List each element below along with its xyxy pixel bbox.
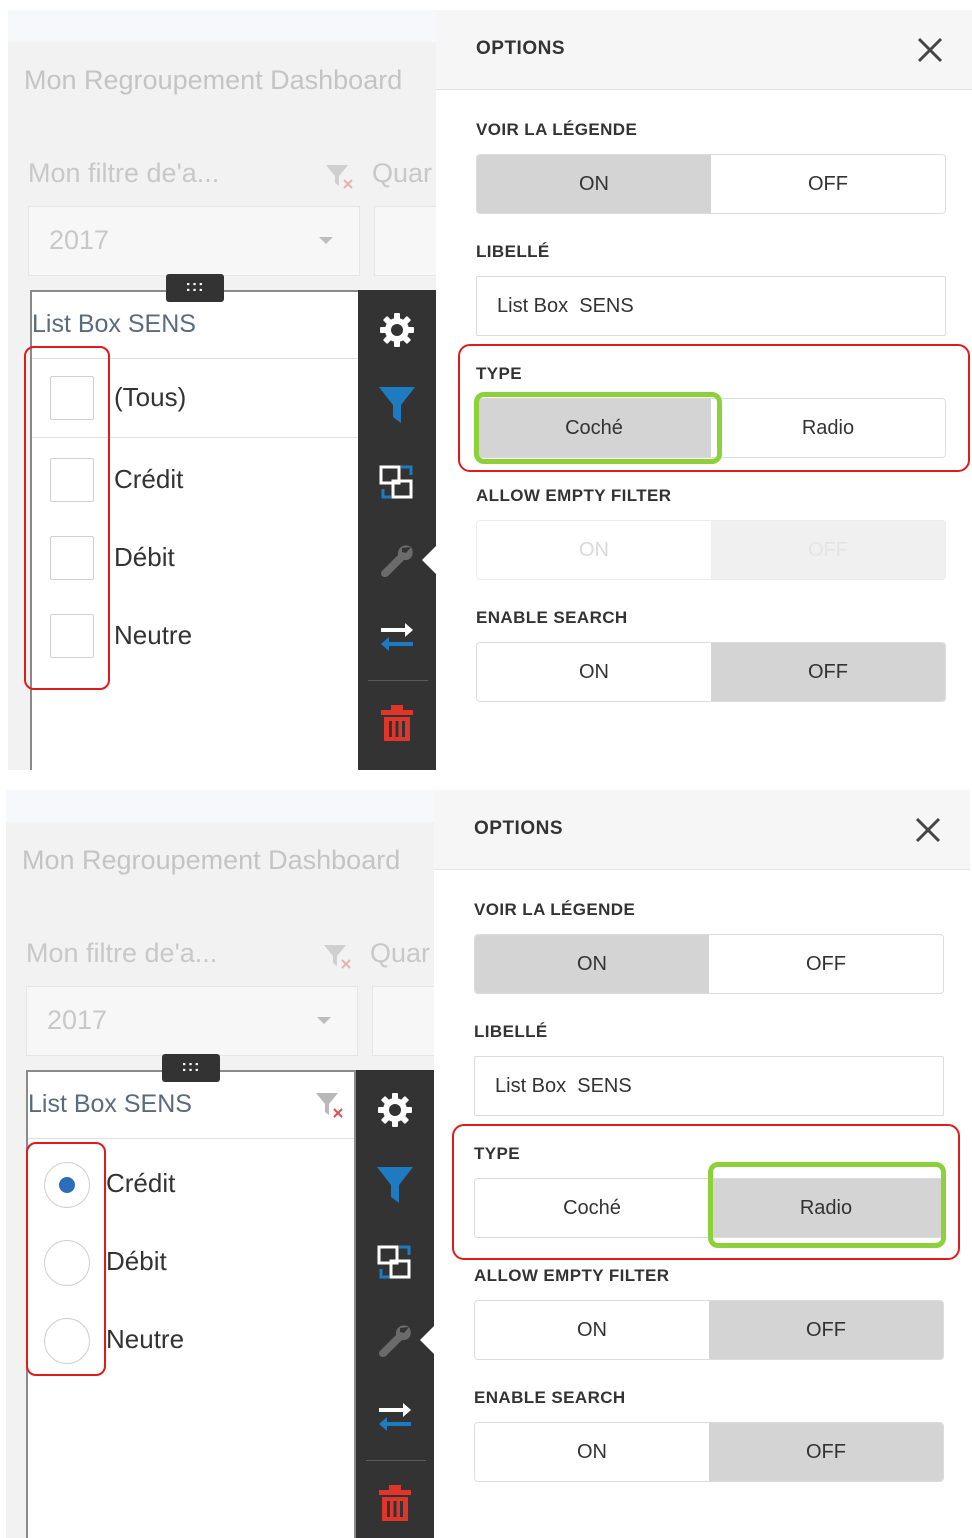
list-item-label: Débit [106, 1246, 167, 1276]
enable-search-off[interactable]: OFF [709, 1423, 943, 1481]
libelle-label: LIBELLÉ [474, 1022, 548, 1041]
year-select-value: 2017 [47, 1005, 108, 1035]
dashboard-title: Mon Regroupement Dashboard [24, 65, 403, 95]
second-filter-title: Quar [372, 158, 433, 188]
gear-icon [378, 1093, 412, 1127]
divider [368, 680, 428, 681]
allow-empty-off: OFF [711, 521, 945, 579]
close-icon[interactable] [910, 812, 946, 848]
list-item-label: Débit [114, 542, 175, 572]
list-item-label: Crédit [106, 1168, 176, 1198]
enable-search-on[interactable]: ON [477, 643, 711, 701]
swap-axes-button[interactable] [358, 602, 436, 672]
voir-legende-label: VOIR LA LÉGENDE [474, 900, 636, 919]
allow-empty-on[interactable]: ON [475, 1301, 709, 1359]
options-header: OPTIONS [434, 790, 970, 870]
enable-search-label: ENABLE SEARCH [474, 1388, 626, 1407]
voir-legende-on[interactable]: ON [475, 935, 709, 993]
list-item-label: Neutre [106, 1324, 185, 1354]
close-icon[interactable] [912, 32, 948, 68]
widget-toolbar [356, 1070, 434, 1538]
gear-button[interactable] [358, 295, 436, 365]
enable-search-toggle[interactable]: ON OFF [474, 1422, 944, 1482]
list-item-label: Crédit [114, 464, 184, 494]
swap-view-button[interactable] [356, 1228, 434, 1298]
list-box-title: List Box SENS [32, 310, 196, 338]
swap-view-icon [379, 465, 413, 499]
divider [28, 1138, 354, 1139]
voir-legende-label: VOIR LA LÉGENDE [476, 120, 638, 139]
drag-handle[interactable]: ::: [162, 1054, 220, 1082]
panel-pointer [422, 546, 436, 574]
voir-legende-toggle[interactable]: ON OFF [474, 934, 944, 994]
swap-view-button[interactable] [358, 448, 436, 518]
second-filter-title: Quar [370, 938, 431, 968]
allow-empty-filter-toggle: ON OFF [476, 520, 946, 580]
swap-axes-button[interactable] [356, 1382, 434, 1452]
filter-button[interactable] [356, 1150, 434, 1220]
enable-search-off[interactable]: OFF [711, 643, 945, 701]
screenshot-radio-mode: Mon Regroupement Dashboard Mon filtre de… [0, 790, 972, 1538]
allow-empty-off[interactable]: OFF [709, 1301, 943, 1359]
filter-clear-icon[interactable] [314, 1090, 344, 1120]
libelle-label: LIBELLÉ [476, 242, 550, 261]
trash-icon [381, 705, 413, 741]
filter-title: Mon filtre de'a... [28, 158, 220, 188]
delete-button[interactable] [356, 1468, 434, 1538]
libelle-input[interactable]: List Box SENS [476, 276, 946, 336]
allow-empty-filter-label: ALLOW EMPTY FILTER [474, 1266, 670, 1285]
panel-pointer [420, 1326, 434, 1354]
divider [366, 1460, 426, 1461]
voir-legende-off[interactable]: OFF [711, 155, 945, 213]
filter-clear-icon[interactable] [322, 942, 352, 970]
highlight-radio-buttons [26, 1142, 106, 1376]
widget-toolbar [358, 290, 436, 770]
enable-search-label: ENABLE SEARCH [476, 608, 628, 627]
year-select[interactable]: 2017 [28, 206, 360, 276]
voir-legende-on[interactable]: ON [477, 155, 711, 213]
screenshot-checkbox-mode: Mon Regroupement Dashboard Mon filtre de… [0, 10, 972, 770]
chevron-down-icon [319, 237, 333, 244]
swap-view-icon [377, 1245, 411, 1279]
filter-title: Mon filtre de'a... [26, 938, 218, 968]
allow-empty-filter-toggle[interactable]: ON OFF [474, 1300, 944, 1360]
arrows-swap-icon [379, 1403, 411, 1431]
list-item-label: (Tous) [114, 382, 187, 412]
filter-icon [379, 387, 415, 423]
enable-search-toggle[interactable]: ON OFF [476, 642, 946, 702]
voir-legende-toggle[interactable]: ON OFF [476, 154, 946, 214]
year-select-value: 2017 [49, 225, 110, 255]
gear-icon [380, 313, 414, 347]
options-title: OPTIONS [474, 818, 564, 839]
dashboard-top-strip [8, 10, 436, 42]
libelle-input-value: List Box SENS [495, 1075, 632, 1097]
highlight-selected-type [708, 1162, 946, 1248]
filter-button[interactable] [358, 370, 436, 440]
arrows-swap-icon [381, 623, 413, 651]
year-select[interactable]: 2017 [26, 986, 358, 1056]
libelle-input[interactable]: List Box SENS [474, 1056, 944, 1116]
trash-icon [379, 1485, 411, 1521]
filter-icon [377, 1167, 413, 1203]
delete-button[interactable] [358, 688, 436, 758]
chevron-down-icon [317, 1017, 331, 1024]
voir-legende-off[interactable]: OFF [709, 935, 943, 993]
drag-handle[interactable]: ::: [166, 274, 224, 302]
gear-button[interactable] [356, 1075, 434, 1145]
highlight-checkboxes [24, 346, 110, 690]
dashboard-top-strip [6, 790, 434, 822]
allow-empty-on: ON [477, 521, 711, 579]
list-box-title: List Box SENS [28, 1090, 192, 1118]
wrench-icon [379, 1325, 411, 1357]
enable-search-on[interactable]: ON [475, 1423, 709, 1481]
libelle-input-value: List Box SENS [497, 295, 634, 317]
highlight-selected-type [474, 392, 722, 464]
wrench-icon [381, 545, 413, 577]
dashboard-title: Mon Regroupement Dashboard [22, 845, 401, 875]
list-item-label: Neutre [114, 620, 193, 650]
filter-clear-icon[interactable] [324, 162, 354, 190]
options-title: OPTIONS [476, 38, 566, 59]
options-header: OPTIONS [436, 10, 972, 90]
allow-empty-filter-label: ALLOW EMPTY FILTER [476, 486, 672, 505]
